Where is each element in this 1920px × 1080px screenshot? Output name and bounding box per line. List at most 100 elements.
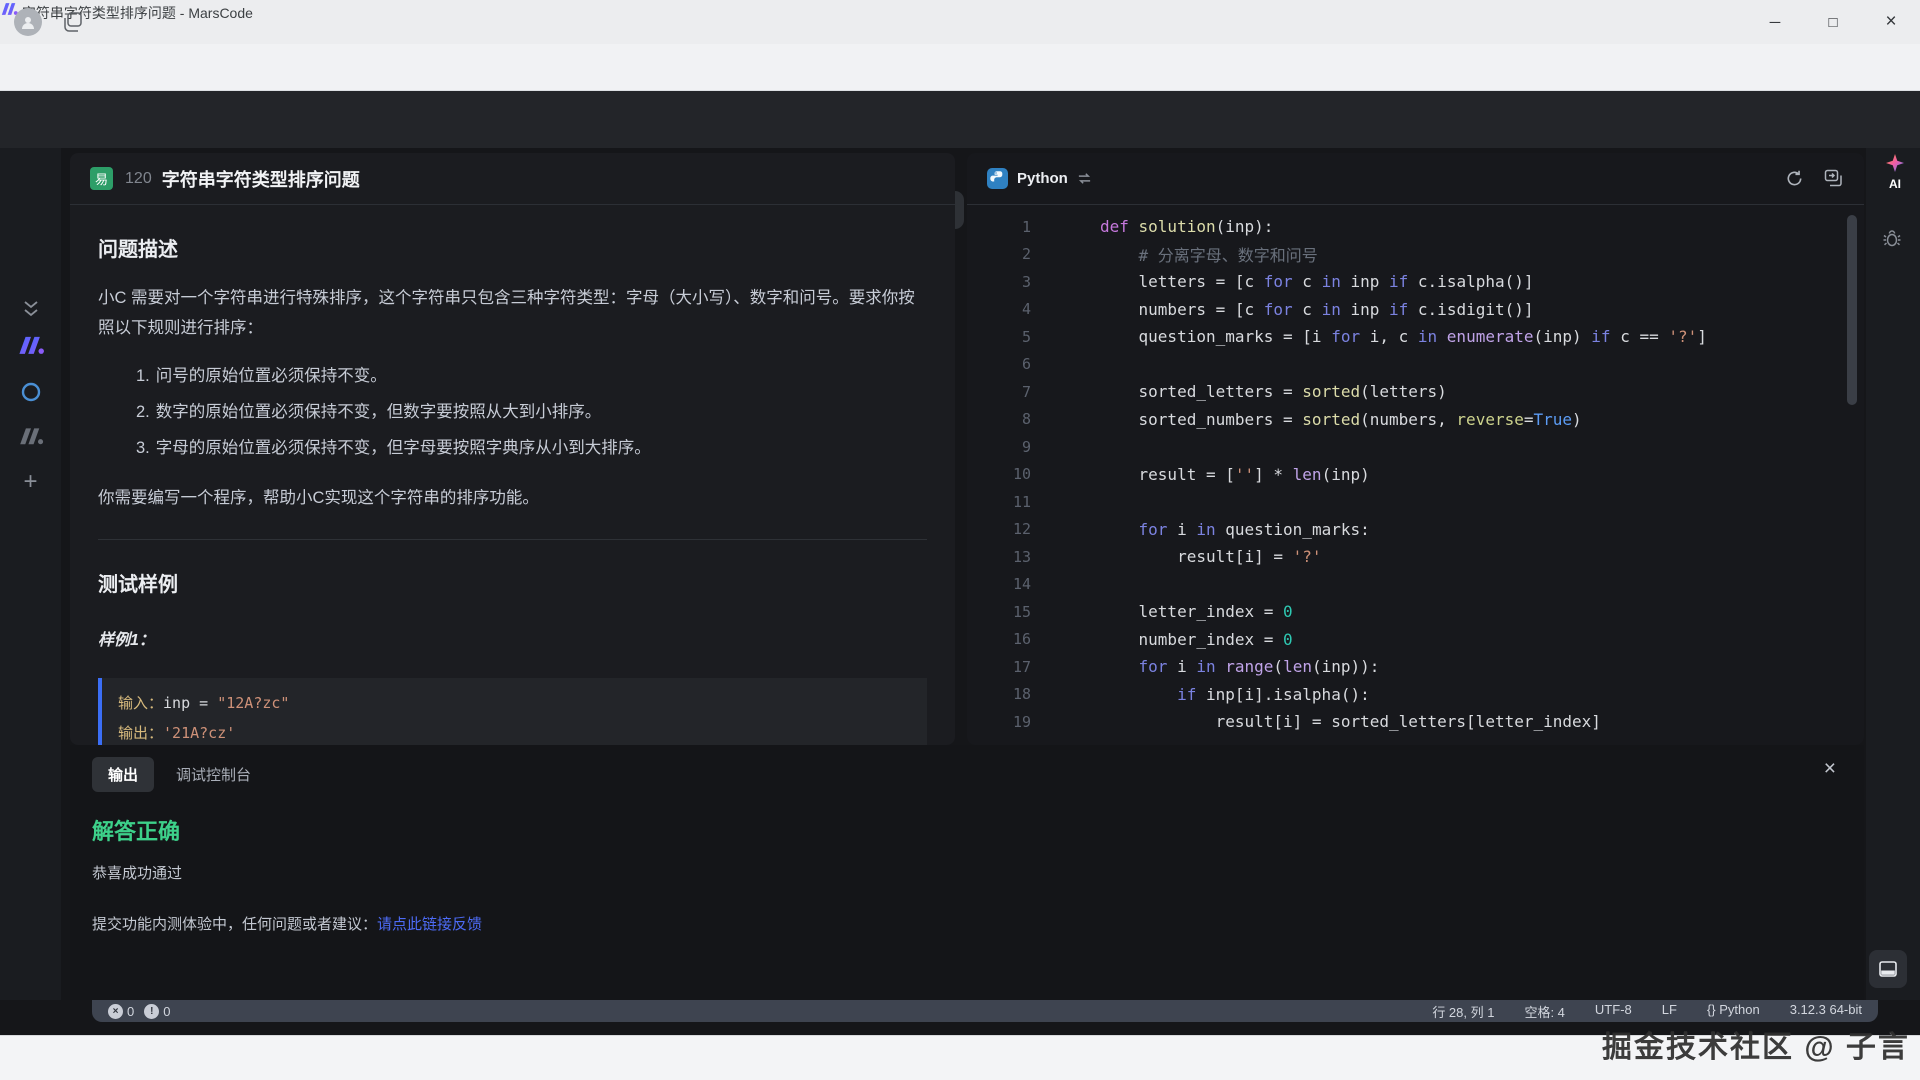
circle-ring-icon — [20, 381, 42, 403]
statusbar-item[interactable]: {} Python — [1707, 1002, 1760, 1021]
code-token: in — [1322, 300, 1341, 319]
code-token: question_marks = [i — [1100, 327, 1331, 346]
sidebar-item-practice-active[interactable] — [0, 334, 61, 356]
ai-spark-icon — [1886, 154, 1904, 172]
code-token: for — [1264, 300, 1293, 319]
sample1-code-block[interactable]: 输入：inp = "12A?zc"输出：'21A?cz' — [98, 678, 927, 745]
warnings-count[interactable]: !0 — [144, 1004, 170, 1019]
problems-counts[interactable]: ×0 !0 — [108, 1004, 170, 1019]
browser-toolbar: ← ☆ 4 — [0, 44, 1920, 91]
maximize-icon: □ — [1828, 14, 1837, 31]
feedback-link[interactable]: 请点此链接反馈 — [377, 916, 482, 933]
tab-debug-console[interactable]: 调试控制台 — [176, 764, 251, 785]
window-close-button[interactable]: × — [1868, 0, 1914, 44]
compare-icon[interactable] — [1824, 169, 1844, 188]
rule-item: 2.数字的原始位置必须保持不变，但数字要按照从大到小排序。 — [136, 397, 927, 427]
code-token: for — [1139, 657, 1168, 676]
code-token: ( — [1273, 657, 1283, 676]
code-token — [1216, 657, 1226, 676]
workspaces-icon[interactable] — [62, 11, 84, 38]
code-line-content: result = [''] * len(inp) — [1100, 465, 1370, 484]
screen: 字符串字符类型排序问题 - MarsCode ─ □ × ← — [0, 0, 1920, 1080]
language-switch-icon — [1077, 171, 1092, 186]
ai-assistant-button[interactable]: AI — [1878, 154, 1912, 191]
code-line: 7 sorted_letters = sorted(letters) — [967, 378, 1864, 406]
code-token: c — [1293, 300, 1322, 319]
sidebar-item-explore[interactable] — [0, 381, 61, 403]
code-token: (letters) — [1360, 382, 1447, 401]
editor-statusbar: ×0 !0 行 28, 列 1 空格: 4 UTF-8 LF {} Python 3.12… — [92, 1000, 1878, 1022]
code-line-content: if inp[i].isalpha(): — [1100, 685, 1370, 704]
minimize-icon: ─ — [1770, 14, 1781, 31]
code-line-content: def solution(inp): — [1100, 217, 1273, 236]
sidebar-item-courses[interactable] — [0, 298, 61, 320]
statusbar-item[interactable]: 空格: 4 — [1524, 1002, 1564, 1021]
code-token: solution — [1139, 217, 1216, 236]
line-number: 3 — [967, 273, 1031, 291]
code-line: 19 result[i] = sorted_letters[letter_ind… — [967, 708, 1864, 736]
code-token — [1100, 520, 1139, 539]
line-number: 5 — [967, 328, 1031, 346]
console-close-button[interactable]: × — [1824, 759, 1836, 779]
window-maximize-button[interactable]: □ — [1810, 0, 1856, 44]
tab-output[interactable]: 输出 — [92, 757, 154, 792]
language-selector[interactable]: Python — [987, 168, 1092, 189]
feedback-bug-button[interactable] — [1882, 228, 1902, 253]
line-number: 4 — [967, 300, 1031, 318]
code-token: (numbers, — [1360, 410, 1456, 429]
code-token: inp = — [163, 694, 217, 712]
line-number: 6 — [967, 355, 1031, 373]
code-line: 16 number_index = 0 — [967, 626, 1864, 654]
code-line-content: number_index = 0 — [1100, 630, 1293, 649]
errors-count[interactable]: ×0 — [108, 1004, 134, 1019]
code-token: sorted — [1302, 382, 1360, 401]
rule-item: 3.字母的原始位置必须保持不变，但字母要按照字典序从小到大排序。 — [136, 433, 927, 463]
statusbar-item[interactable]: LF — [1662, 1002, 1677, 1021]
code-token: in — [1418, 327, 1437, 346]
statusbar-item[interactable]: 行 28, 列 1 — [1432, 1002, 1494, 1021]
window-minimize-button[interactable]: ─ — [1752, 0, 1798, 44]
code-line: 15 letter_index = 0 — [967, 598, 1864, 626]
editor-scrollbar-thumb[interactable] — [1847, 215, 1857, 405]
line-number: 12 — [967, 520, 1031, 538]
line-number: 9 — [967, 438, 1031, 456]
statusbar-item[interactable]: 3.12.3 64-bit — [1790, 1002, 1862, 1021]
code-line-content: numbers = [c for c in inp if c.isdigit()… — [1100, 300, 1534, 319]
code-line: 12 for i in question_marks: — [967, 516, 1864, 544]
code-token: # 分离字母、数字和问号 — [1100, 246, 1318, 265]
line-number: 17 — [967, 658, 1031, 676]
code-token: in — [1322, 272, 1341, 291]
plus-icon: + — [23, 468, 37, 496]
code-token: "12A?zc" — [217, 694, 289, 712]
code-token: (inp) — [1534, 327, 1592, 346]
code-token: question_marks: — [1216, 520, 1370, 539]
problem-title: 字符串字符类型排序问题 — [162, 166, 360, 192]
reset-code-icon[interactable] — [1785, 169, 1804, 188]
code-token: sorted_letters = — [1100, 382, 1302, 401]
browser-titlebar: 字符串字符类型排序问题 - MarsCode ─ □ × — [0, 0, 1920, 44]
error-icon: × — [108, 1004, 123, 1019]
code-line: 10 result = [''] * len(inp) — [967, 461, 1864, 489]
problem-description: 问题描述 小C 需要对一个字符串进行特殊排序，这个字符串只包含三种字符类型：字母… — [70, 205, 955, 745]
code-line: 4 numbers = [c for c in inp if c.isdigit… — [967, 296, 1864, 324]
code-token: (inp)): — [1312, 657, 1379, 676]
code-line-content: letters = [c for c in inp if c.isalpha()… — [1100, 272, 1534, 291]
code-line: 11 — [967, 488, 1864, 516]
code-token: sorted_numbers = — [1100, 410, 1302, 429]
add-workspace-button[interactable]: + — [0, 468, 61, 496]
code-token: if — [1389, 272, 1408, 291]
double-chevron-down-icon — [20, 298, 42, 320]
code-token: '21A?cz' — [163, 724, 235, 742]
browser-profile-avatar[interactable] — [14, 8, 42, 36]
warning-icon: ! — [144, 1004, 159, 1019]
statusbar-item[interactable]: UTF-8 — [1595, 1002, 1632, 1021]
code-token: 输入： — [118, 694, 163, 712]
code-token: c.isalpha()] — [1408, 272, 1533, 291]
code-token: 0 — [1283, 630, 1293, 649]
marscode-m-gray-icon — [17, 426, 45, 446]
code-token: i — [1167, 657, 1196, 676]
console-toggle-button[interactable] — [1869, 950, 1907, 988]
sidebar-item-projects[interactable] — [0, 426, 61, 446]
code-area[interactable]: 1def solution(inp):2 # 分离字母、数字和问号3 lette… — [967, 205, 1864, 736]
code-line-content: sorted_numbers = sorted(numbers, reverse… — [1100, 410, 1582, 429]
